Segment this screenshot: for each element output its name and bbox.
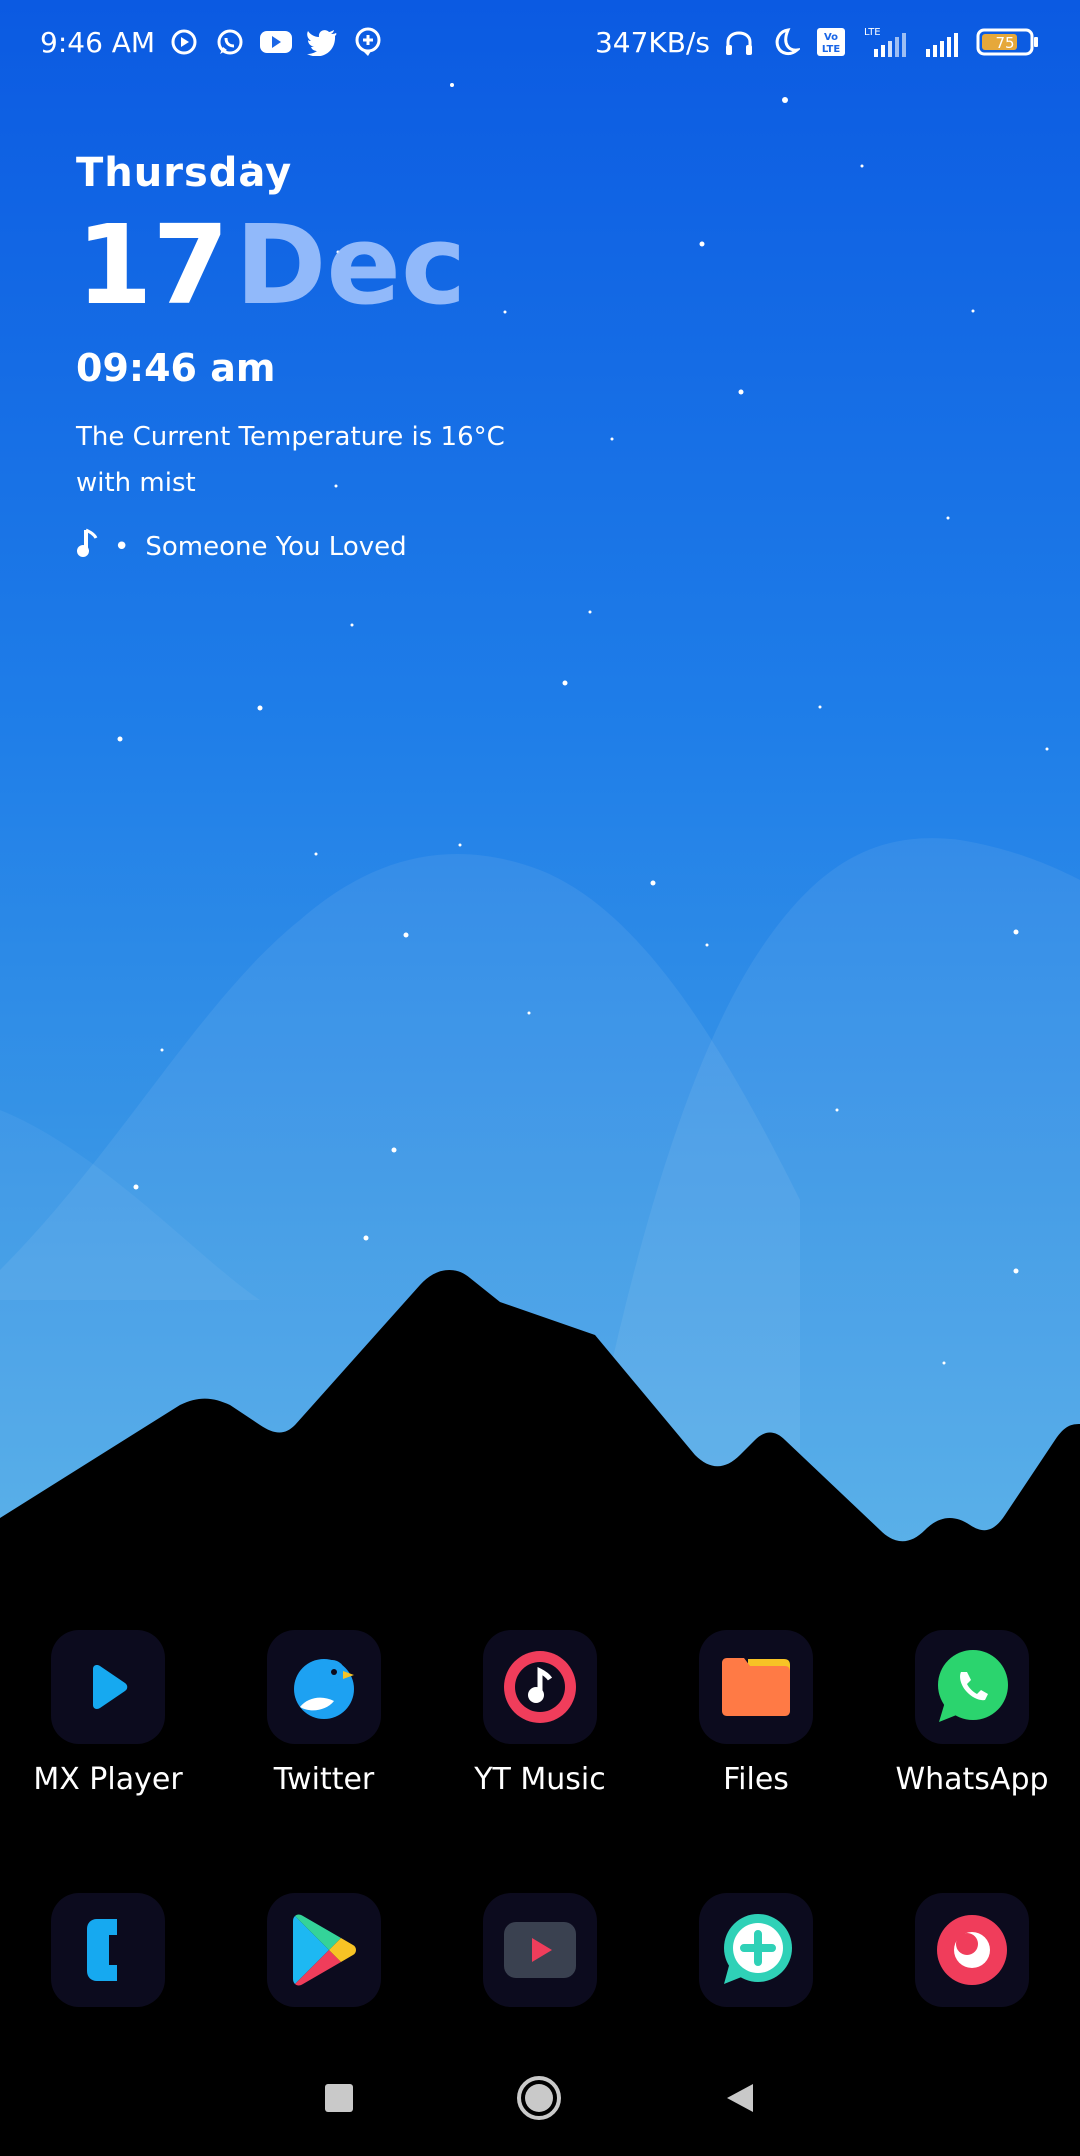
app-play-store[interactable] bbox=[224, 1893, 424, 2007]
volte-icon: Vo LTE bbox=[814, 25, 848, 59]
app-youtube[interactable] bbox=[440, 1893, 640, 2007]
status-bar-left: 9:46 AM bbox=[40, 25, 385, 59]
files-icon bbox=[699, 1630, 813, 1744]
network-speed: 347KB/s bbox=[594, 25, 710, 59]
youtube-icon bbox=[483, 1893, 597, 2007]
mx-player-notification-icon bbox=[167, 25, 201, 59]
widget-date-month: Dec bbox=[235, 201, 467, 329]
signal-icon bbox=[924, 25, 964, 59]
app-label: Files bbox=[723, 1762, 789, 1797]
app-label: Twitter bbox=[273, 1762, 375, 1797]
app-files[interactable]: Files bbox=[656, 1630, 856, 1797]
app-label: MX Player bbox=[33, 1762, 183, 1797]
widget-date-number: 17 bbox=[76, 201, 230, 329]
play-store-icon bbox=[267, 1893, 381, 2007]
home-circle-icon[interactable] bbox=[515, 2074, 563, 2126]
widget-music[interactable]: • Someone You Loved bbox=[76, 528, 556, 565]
battery-level: 75 bbox=[995, 34, 1014, 52]
svg-text:LTE: LTE bbox=[822, 44, 841, 55]
clock-widget[interactable]: Thursday 17 Dec 09:46 am The Current Tem… bbox=[76, 150, 556, 565]
app-row-1: MX Player Twitter YT Music Files WhatsAp… bbox=[0, 1630, 1080, 1797]
app-phone[interactable] bbox=[8, 1893, 208, 2007]
app-label: YT Music bbox=[474, 1762, 606, 1797]
whatsapp-notification-icon bbox=[213, 25, 247, 59]
widget-weather: The Current Temperature is 16°C with mis… bbox=[76, 422, 505, 498]
phone-icon bbox=[51, 1893, 165, 2007]
add-message-icon bbox=[699, 1893, 813, 2007]
ai-notification-icon bbox=[351, 25, 385, 59]
app-whatsapp[interactable]: WhatsApp bbox=[872, 1630, 1072, 1797]
svg-text:Vo: Vo bbox=[824, 32, 838, 43]
music-note-icon bbox=[76, 528, 98, 565]
widget-date: 17 Dec bbox=[76, 210, 556, 320]
headphones-icon bbox=[722, 25, 756, 59]
music-title: Someone You Loved bbox=[145, 531, 407, 562]
youtube-notification-icon bbox=[259, 25, 293, 59]
app-mx-player[interactable]: MX Player bbox=[8, 1630, 208, 1797]
svg-text:LTE: LTE bbox=[864, 27, 881, 38]
camera-icon bbox=[915, 1893, 1029, 2007]
twitter-icon bbox=[267, 1630, 381, 1744]
status-bar: 9:46 AM 347KB/s Vo LTE LTE 75 bbox=[0, 0, 1080, 84]
widget-day: Thursday bbox=[76, 150, 293, 196]
music-separator: • bbox=[114, 531, 130, 562]
status-time: 9:46 AM bbox=[40, 25, 156, 59]
lte-signal-icon: LTE bbox=[860, 25, 912, 59]
battery-icon: 75 bbox=[976, 25, 1040, 59]
app-row-2 bbox=[0, 1893, 1080, 2007]
recents-square-icon[interactable] bbox=[323, 2082, 355, 2118]
app-label: WhatsApp bbox=[895, 1762, 1049, 1797]
widget-time: 09:46 am bbox=[76, 346, 276, 390]
yt-music-icon bbox=[483, 1630, 597, 1744]
mx-player-icon bbox=[51, 1630, 165, 1744]
app-camera[interactable] bbox=[872, 1893, 1072, 2007]
do-not-disturb-moon-icon bbox=[768, 25, 802, 59]
status-bar-right: 347KB/s Vo LTE LTE 75 bbox=[595, 25, 1040, 59]
app-yt-music[interactable]: YT Music bbox=[440, 1630, 640, 1797]
back-triangle-icon[interactable] bbox=[723, 2081, 757, 2119]
navigation-bar bbox=[0, 2060, 1080, 2140]
app-add-message[interactable] bbox=[656, 1893, 856, 2007]
twitter-notification-icon bbox=[305, 25, 339, 59]
whatsapp-icon bbox=[915, 1630, 1029, 1744]
app-twitter[interactable]: Twitter bbox=[224, 1630, 424, 1797]
